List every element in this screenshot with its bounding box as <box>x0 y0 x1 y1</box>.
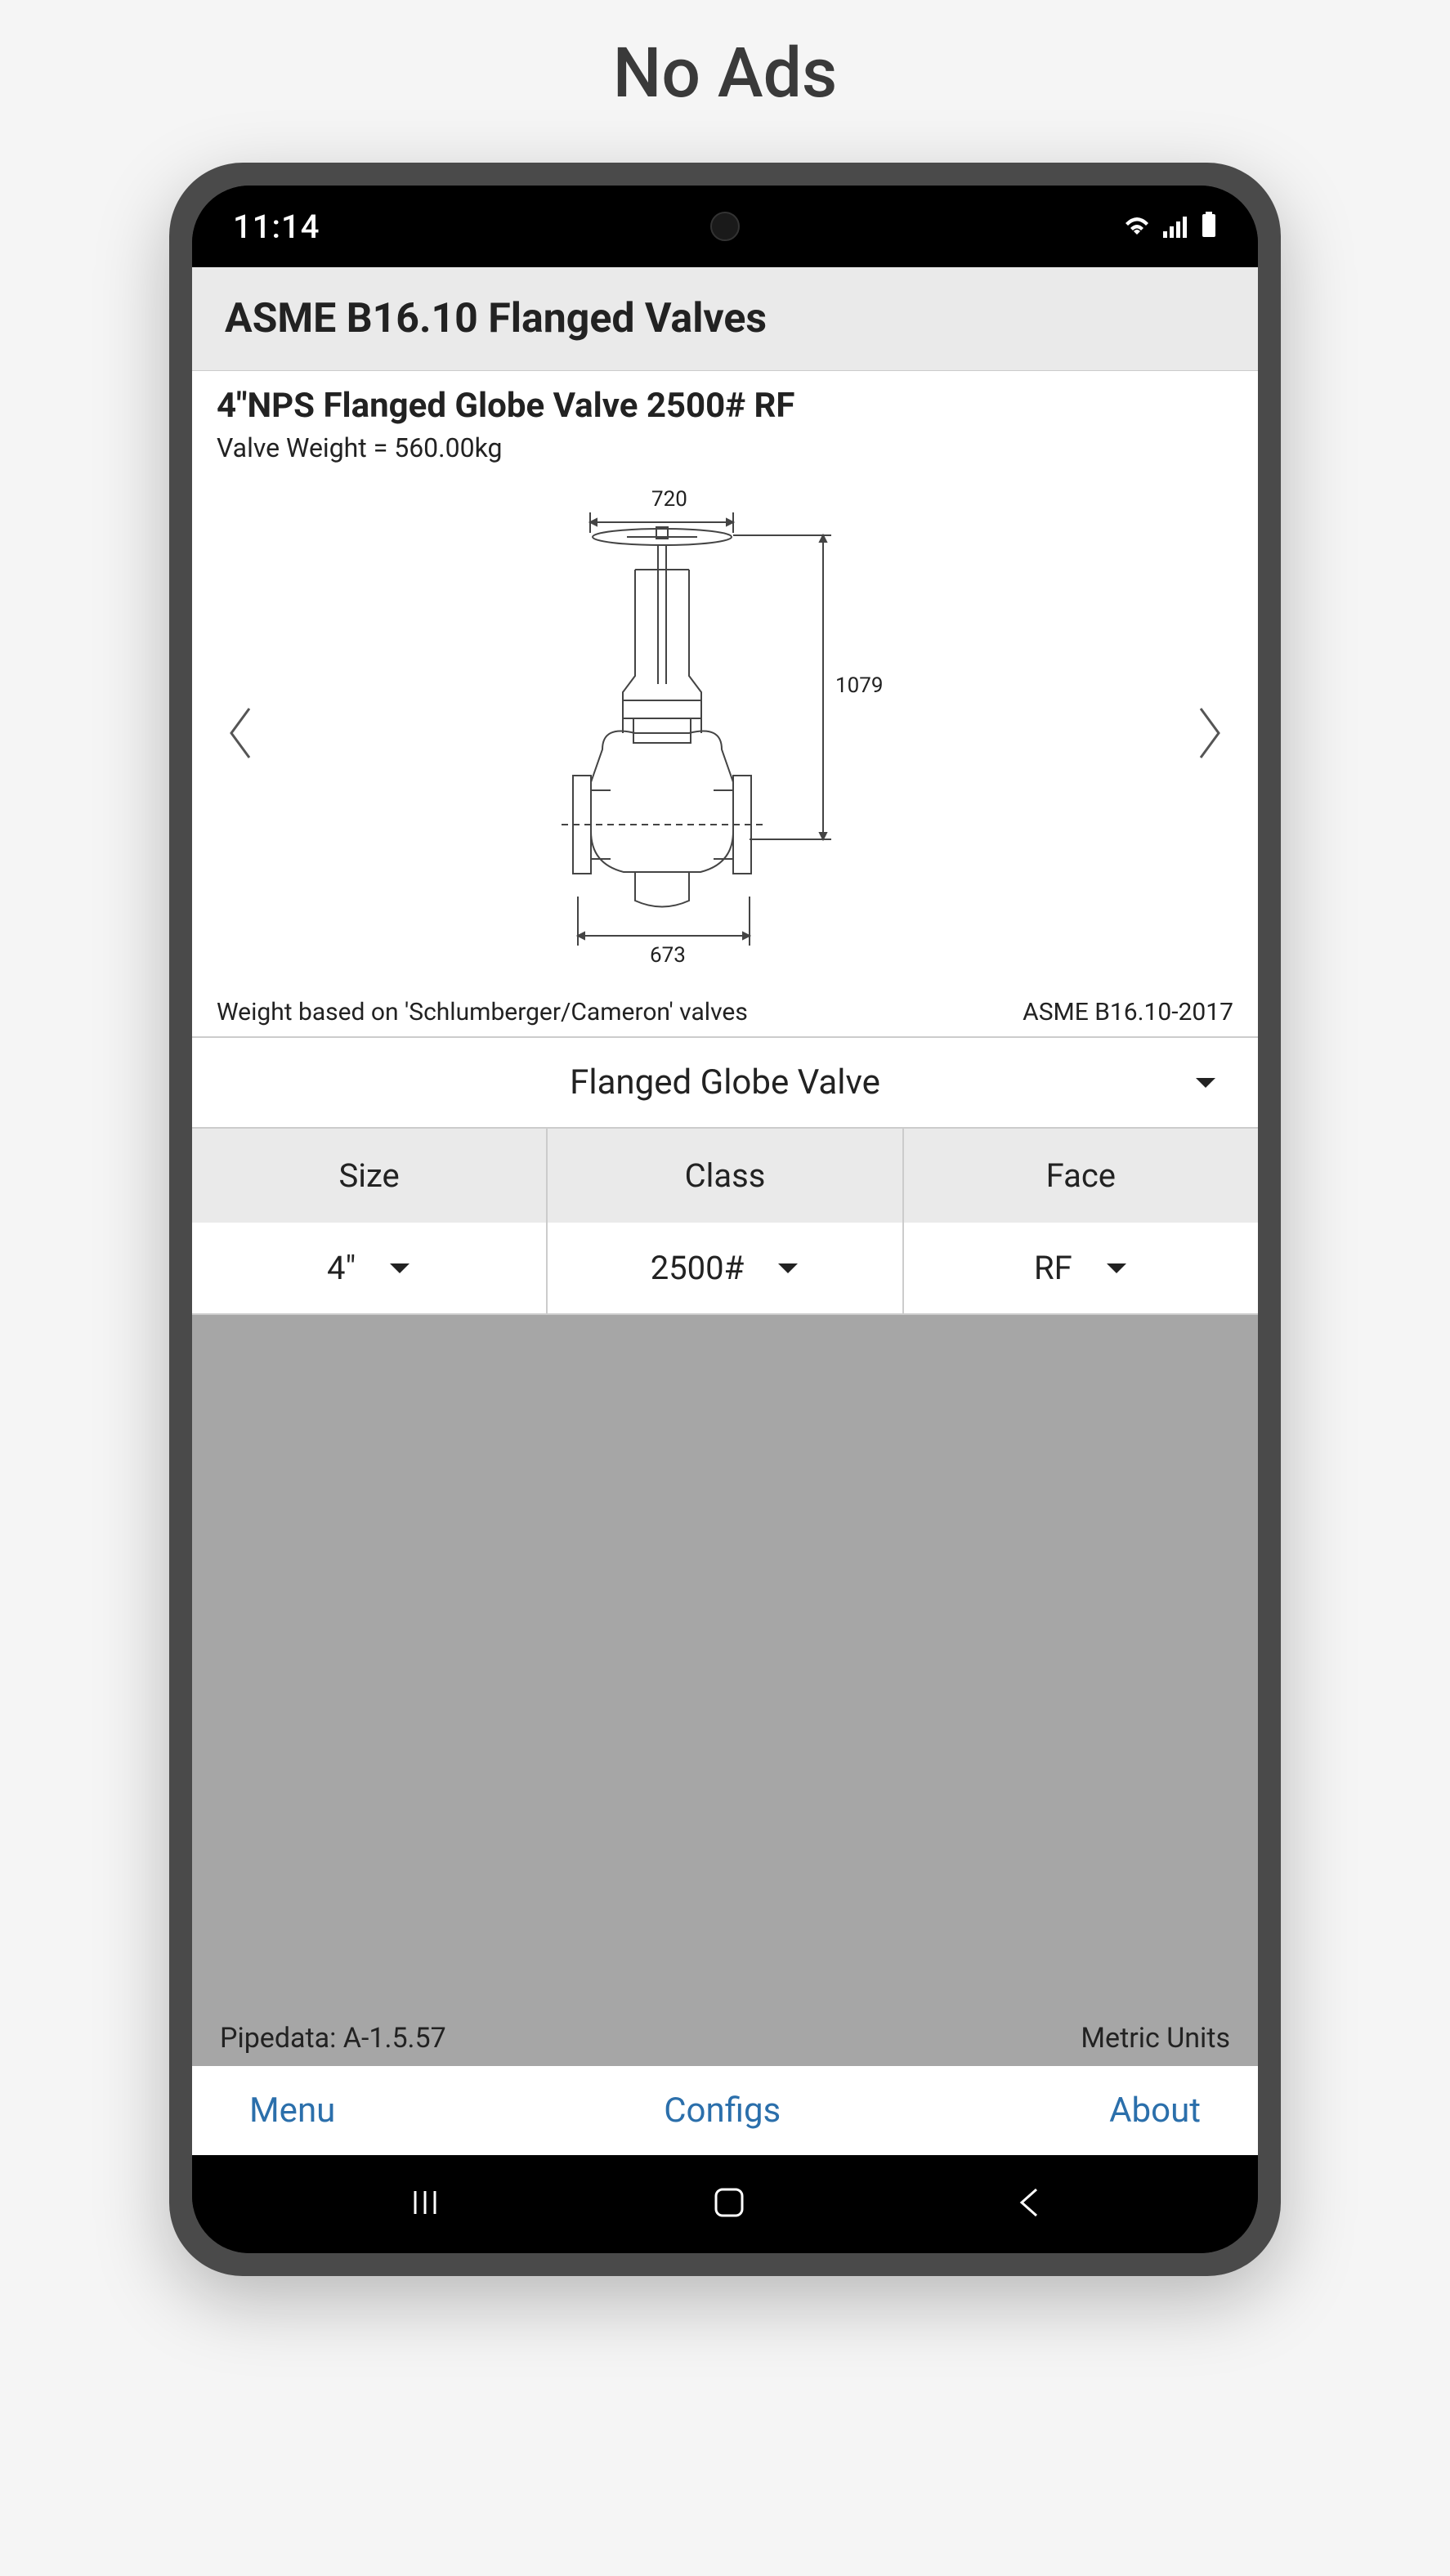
wifi-icon <box>1122 208 1152 246</box>
chevron-down-icon <box>388 1262 411 1275</box>
spec-reference: ASME B16.10-2017 <box>1023 998 1233 1026</box>
promo-title: No Ads <box>613 33 837 114</box>
battery-icon <box>1201 208 1217 246</box>
face-value: RF <box>1034 1249 1072 1287</box>
header-class: Class <box>548 1129 903 1223</box>
android-nav-bar <box>192 2155 1258 2253</box>
weight-footnote: Weight based on 'Schlumberger/Cameron' v… <box>217 998 748 1026</box>
page-title: ASME B16.10 Flanged Valves <box>225 295 1225 342</box>
status-bar: 11:14 <box>192 186 1258 267</box>
valve-type-select[interactable]: Flanged Globe Valve <box>192 1036 1258 1129</box>
version-label: Pipedata: A-1.5.57 <box>220 2022 446 2055</box>
header-face: Face <box>904 1129 1258 1223</box>
recents-button[interactable] <box>409 2186 441 2222</box>
dim-base: 673 <box>650 943 686 968</box>
app-body: ASME B16.10 Flanged Valves 4"NPS Flanged… <box>192 267 1258 2155</box>
valve-weight: Valve Weight = 560.00kg <box>217 432 1233 463</box>
chevron-right-icon <box>1193 704 1225 762</box>
dim-top: 720 <box>651 488 687 512</box>
prev-button[interactable] <box>217 696 266 770</box>
param-values-row: 4" 2500# RF <box>192 1223 1258 1315</box>
class-value: 2500# <box>651 1249 745 1287</box>
camera-hole <box>710 212 740 241</box>
home-button[interactable] <box>711 2185 747 2224</box>
app-header: ASME B16.10 Flanged Valves <box>192 267 1258 371</box>
chevron-down-icon <box>1105 1262 1128 1275</box>
status-time: 11:14 <box>233 208 320 246</box>
size-select[interactable]: 4" <box>192 1223 548 1313</box>
chevron-down-icon <box>776 1262 799 1275</box>
valve-diagram: 720 1079 673 <box>504 488 946 978</box>
units-label: Metric Units <box>1081 2022 1230 2055</box>
configs-button[interactable]: Configs <box>664 2091 781 2131</box>
param-headers: Size Class Face <box>192 1129 1258 1223</box>
class-select[interactable]: 2500# <box>548 1223 903 1313</box>
phone-frame: 11:14 ASME B16.10 Flanged Valves 4"NPS F… <box>169 163 1281 2276</box>
header-size: Size <box>192 1129 548 1223</box>
phone-inner: 11:14 ASME B16.10 Flanged Valves 4"NPS F… <box>192 186 1258 2253</box>
back-button[interactable] <box>1017 2185 1041 2224</box>
bottom-nav: Menu Configs About <box>192 2066 1258 2155</box>
status-footer: Pipedata: A-1.5.57 Metric Units <box>192 2010 1258 2066</box>
face-select[interactable]: RF <box>904 1223 1258 1313</box>
valve-type-value: Flanged Globe Valve <box>570 1062 880 1102</box>
size-value: 4" <box>327 1249 356 1287</box>
signal-icon <box>1163 208 1189 246</box>
next-button[interactable] <box>1184 696 1233 770</box>
status-icons <box>1122 208 1217 246</box>
valve-title: 4"NPS Flanged Globe Valve 2500# RF <box>217 386 1233 426</box>
chevron-down-icon <box>1194 1076 1217 1089</box>
about-button[interactable]: About <box>1109 2091 1201 2131</box>
empty-area <box>192 1315 1258 2010</box>
menu-button[interactable]: Menu <box>249 2091 335 2131</box>
valve-card: 4"NPS Flanged Globe Valve 2500# RF Valve… <box>192 371 1258 1036</box>
dim-height: 1079 <box>835 673 883 698</box>
chevron-left-icon <box>225 704 257 762</box>
